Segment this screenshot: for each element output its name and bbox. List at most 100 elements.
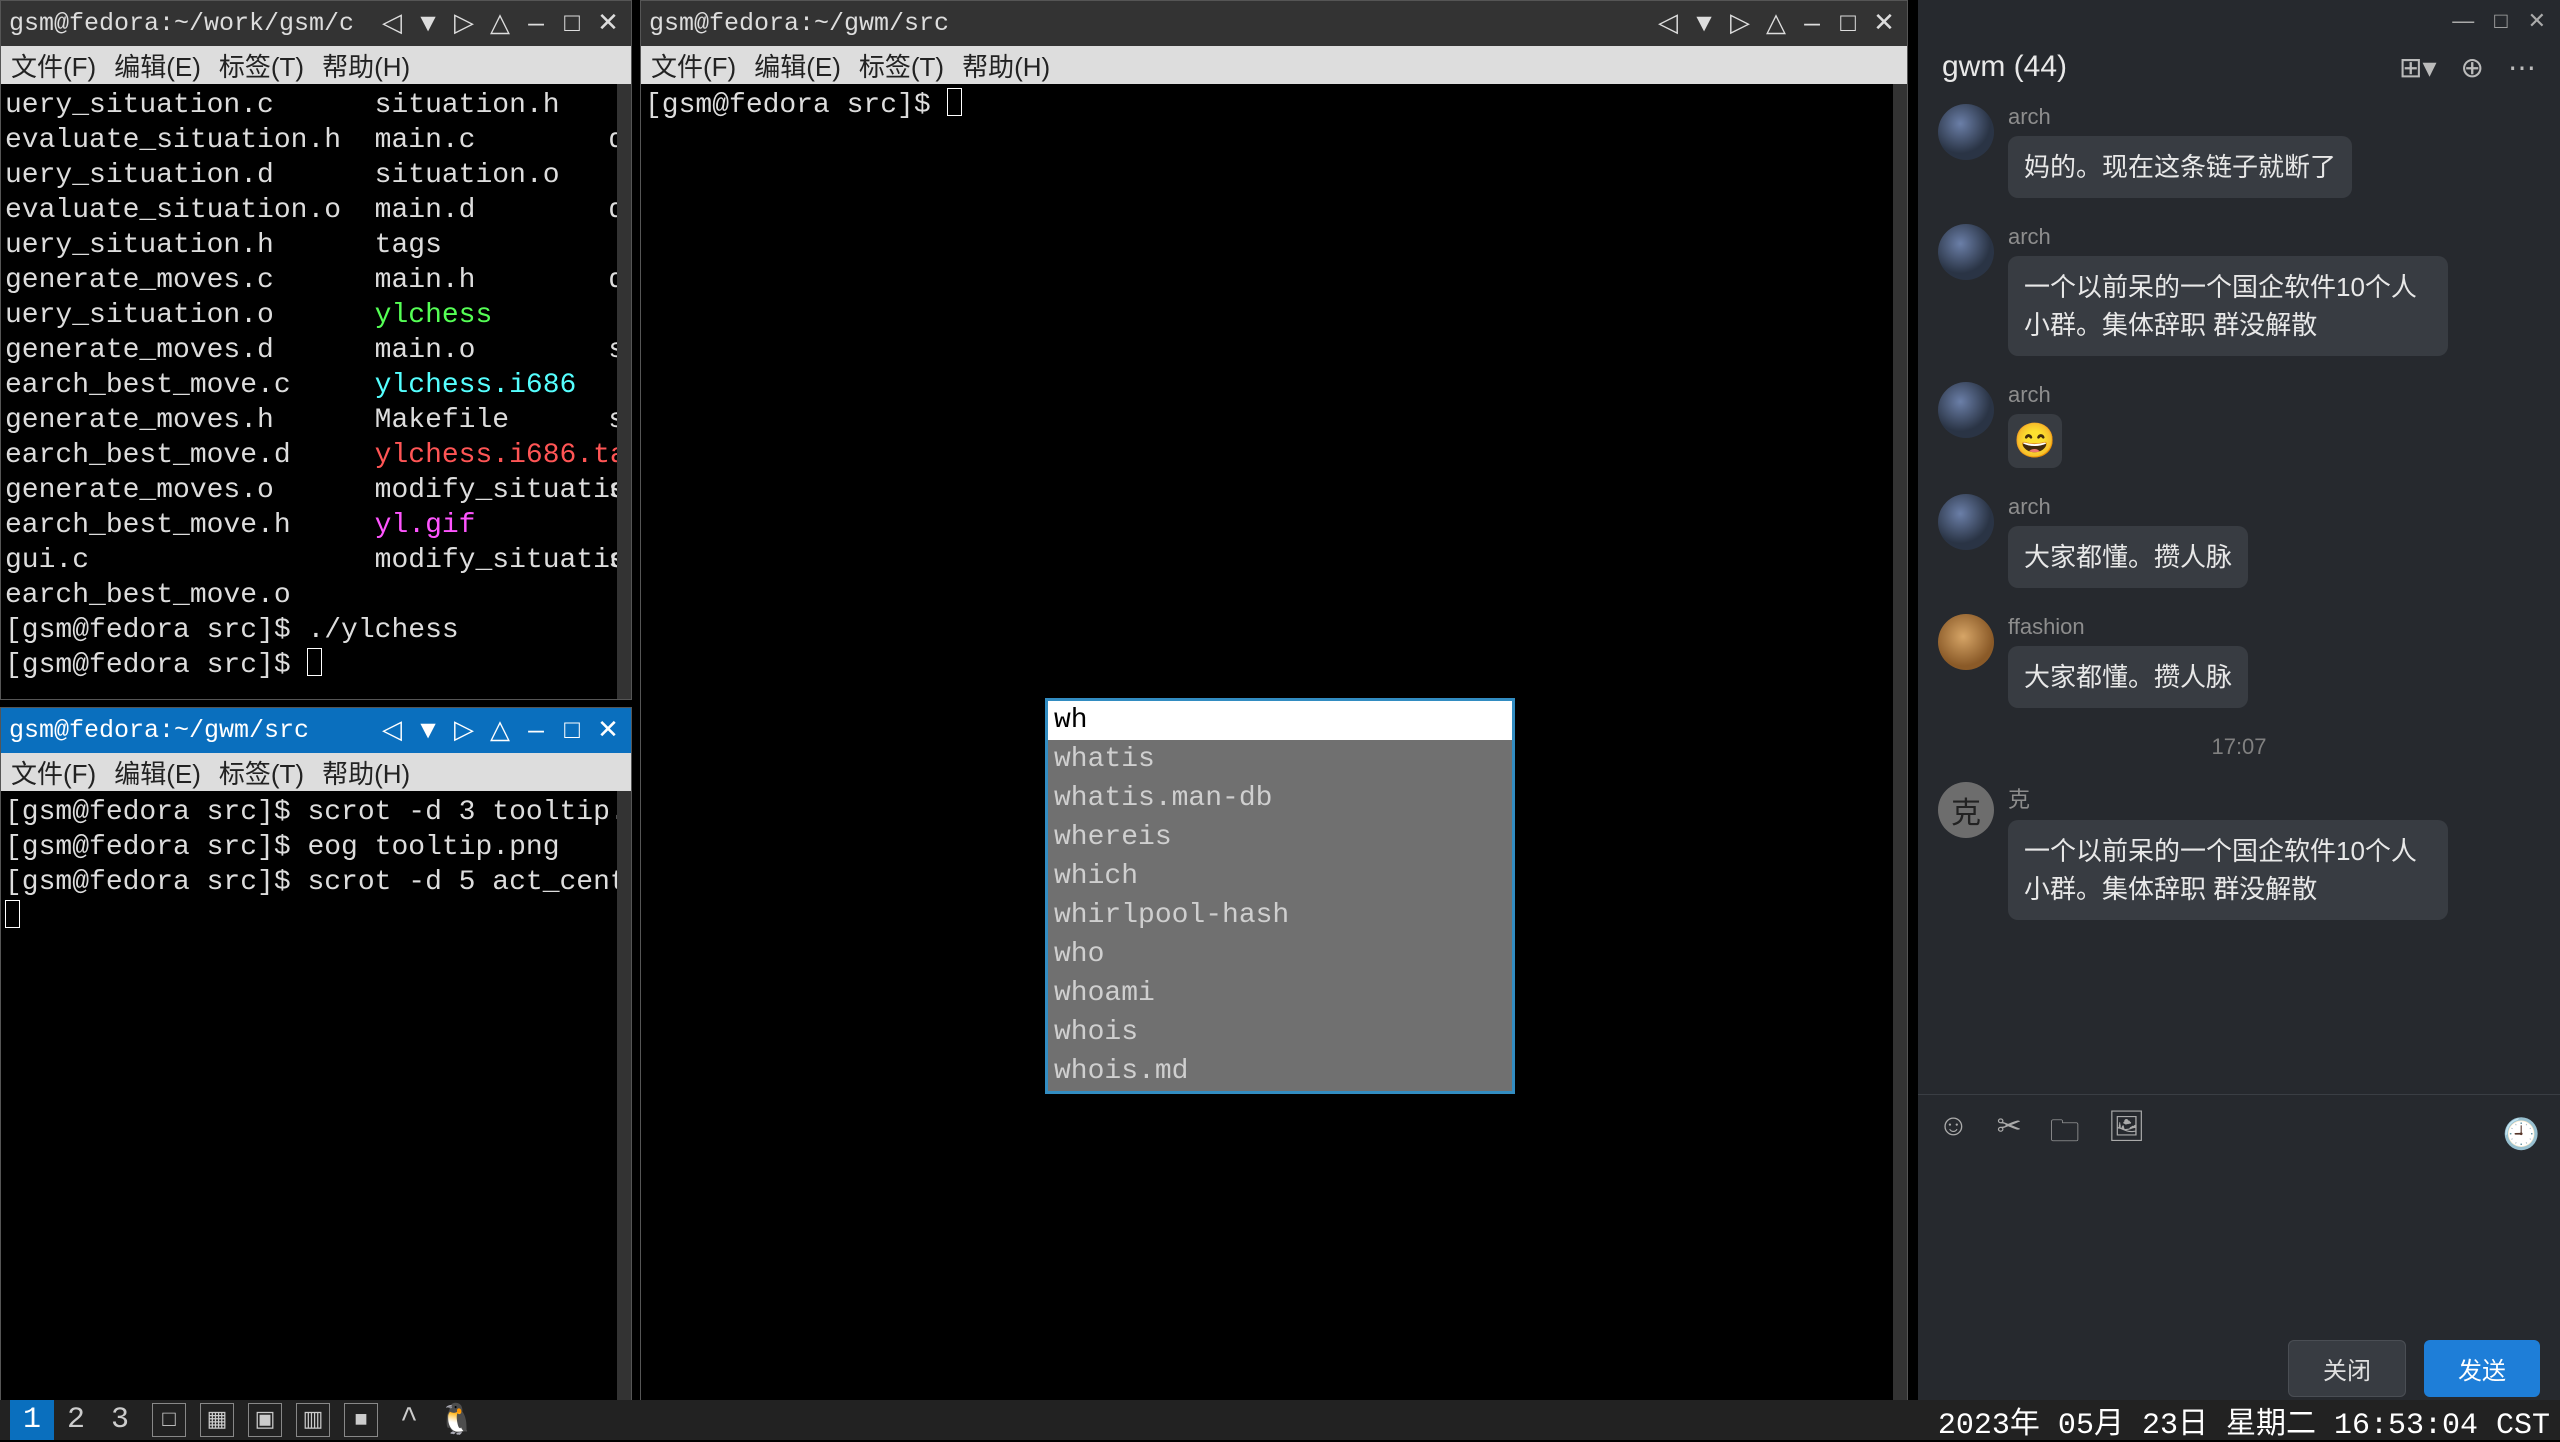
scrollbar[interactable] [1893,84,1907,1414]
close-button[interactable]: 关闭 [2288,1340,2406,1397]
layout-single-icon[interactable]: □ [152,1403,186,1437]
menu-edit[interactable]: 编辑(E) [754,47,841,84]
down-icon[interactable] [413,716,443,746]
history-icon[interactable]: 🕘 [2503,1117,2540,1152]
grid-icon[interactable]: ⊞▾ [2399,51,2437,84]
command-launcher: whatiswhatis.man-dbwhereiswhichwhirlpool… [1045,698,1515,1094]
add-user-icon[interactable]: ⊕ [2461,51,2484,84]
launcher-item[interactable]: whois.md [1048,1052,1512,1091]
minimize-icon[interactable] [1797,9,1827,39]
launcher-item[interactable]: whatis [1048,740,1512,779]
chat-input-area: ☺ ✂ 🗀 🖼 🕘 关闭 发送 [1918,1094,2560,1415]
terminal-menubar: 文件(F) 编辑(E) 标签(T) 帮助(H) [1,753,631,791]
emoji-icon[interactable]: ☺ [1938,1109,1969,1160]
up-icon[interactable] [485,716,515,746]
maximize-icon[interactable] [1833,9,1863,39]
launcher-item[interactable]: whirlpool-hash [1048,896,1512,935]
clock: 2023年 05月 23日 星期二 16:53:04 CST [1938,1398,2550,1442]
launcher-item[interactable]: whatis.man-db [1048,779,1512,818]
menu-edit[interactable]: 编辑(E) [114,47,201,84]
prev-icon[interactable] [377,9,407,39]
window-controls [377,9,623,39]
avatar[interactable] [1938,104,1994,160]
launcher-item[interactable]: which [1048,857,1512,896]
up-icon[interactable] [1761,9,1791,39]
menu-file[interactable]: 文件(F) [11,754,96,791]
titlebar[interactable]: gsm@fedora:~/gwm/src [1,708,631,753]
message-text[interactable]: 一个以前呆的一个国企软件10个人小群。集体辞职 群没解散 [2008,820,2448,920]
caret-icon[interactable]: ^ [392,1403,426,1437]
menu-help[interactable]: 帮助(H) [322,754,410,791]
menu-edit[interactable]: 编辑(E) [114,754,201,791]
down-icon[interactable] [1689,9,1719,39]
message-text[interactable]: 一个以前呆的一个国企软件10个人小群。集体辞职 群没解散 [2008,256,2448,356]
scissors-icon[interactable]: ✂ [1997,1109,2022,1160]
chat-message-list[interactable]: arch 妈的。现在这条链子就断了 arch 一个以前呆的一个国企软件10个人小群。集… [1918,104,2560,1094]
menu-file[interactable]: 文件(F) [651,47,736,84]
down-icon[interactable] [413,9,443,39]
menu-file[interactable]: 文件(F) [11,47,96,84]
minimize-icon[interactable]: — [2452,8,2474,34]
menu-tabs[interactable]: 标签(T) [219,754,304,791]
scrollbar[interactable] [617,791,631,1414]
maximize-icon[interactable] [557,9,587,39]
folder-icon[interactable]: 🗀 [2050,1109,2080,1160]
terminal-output[interactable]: uery_situation.c situation.hevaluate_sit… [1,84,631,699]
launcher-item[interactable]: who [1048,935,1512,974]
window-title: gsm@fedora:~/gwm/src [649,9,1653,38]
launcher-item[interactable]: whoami [1048,974,1512,1013]
close-icon[interactable] [1869,9,1899,39]
avatar[interactable] [1938,494,1994,550]
sender-name: arch [2008,382,2062,408]
layout-framed-icon[interactable]: ▣ [248,1403,282,1437]
avatar[interactable] [1938,224,1994,280]
chat-message: arch大家都懂。攒人脉 [1938,494,2540,588]
maximize-icon[interactable]: □ [2494,8,2507,34]
scrollbar[interactable] [617,84,631,699]
next-icon[interactable] [1725,9,1755,39]
sender-name: arch [2008,224,2448,250]
message-emoji[interactable]: 😄 [2008,414,2062,468]
avatar[interactable]: 克 [1938,782,1994,838]
launcher-results: whatiswhatis.man-dbwhereiswhichwhirlpool… [1048,740,1512,1091]
close-icon[interactable] [593,9,623,39]
terminal-output[interactable]: [gsm@fedora src]$ scrot -d 3 tooltip.png… [1,791,631,1414]
more-icon[interactable]: ⋯ [2508,51,2536,84]
sender-name: arch [2008,104,2352,130]
menu-help[interactable]: 帮助(H) [962,47,1050,84]
titlebar[interactable]: gsm@fedora:~/work/gsm/c [1,1,631,46]
layout-filled-icon[interactable]: ■ [344,1403,378,1437]
menu-tabs[interactable]: 标签(T) [219,47,304,84]
avatar[interactable] [1938,614,1994,670]
launcher-item[interactable]: whereis [1048,818,1512,857]
minimize-icon[interactable] [521,716,551,746]
image-icon[interactable]: 🖼 [2108,1109,2146,1160]
menu-help[interactable]: 帮助(H) [322,47,410,84]
maximize-icon[interactable] [557,716,587,746]
close-icon[interactable] [593,716,623,746]
launcher-input[interactable] [1048,701,1512,740]
window-controls [1653,9,1899,39]
minimize-icon[interactable] [521,9,551,39]
up-icon[interactable] [485,9,515,39]
prev-icon[interactable] [377,716,407,746]
next-icon[interactable] [449,9,479,39]
layout-columns-icon[interactable]: ▥ [296,1403,330,1437]
message-text[interactable]: 大家都懂。攒人脉 [2008,646,2248,708]
menu-tabs[interactable]: 标签(T) [859,47,944,84]
message-text[interactable]: 妈的。现在这条链子就断了 [2008,136,2352,198]
send-button[interactable]: 发送 [2424,1340,2540,1397]
workspace-1[interactable]: 1 [10,1400,54,1440]
avatar[interactable] [1938,382,1994,438]
prev-icon[interactable] [1653,9,1683,39]
chat-message: arch 😄 [1938,382,2540,468]
workspace-3[interactable]: 3 [98,1400,142,1440]
next-icon[interactable] [449,716,479,746]
workspace-2[interactable]: 2 [54,1400,98,1440]
message-text[interactable]: 大家都懂。攒人脉 [2008,526,2248,588]
close-icon[interactable]: ✕ [2528,8,2546,34]
titlebar[interactable]: gsm@fedora:~/gwm/src [641,1,1907,46]
tray-app-icon[interactable]: 🐧 [440,1403,474,1437]
launcher-item[interactable]: whois [1048,1013,1512,1052]
layout-grid-icon[interactable]: ▦ [200,1403,234,1437]
